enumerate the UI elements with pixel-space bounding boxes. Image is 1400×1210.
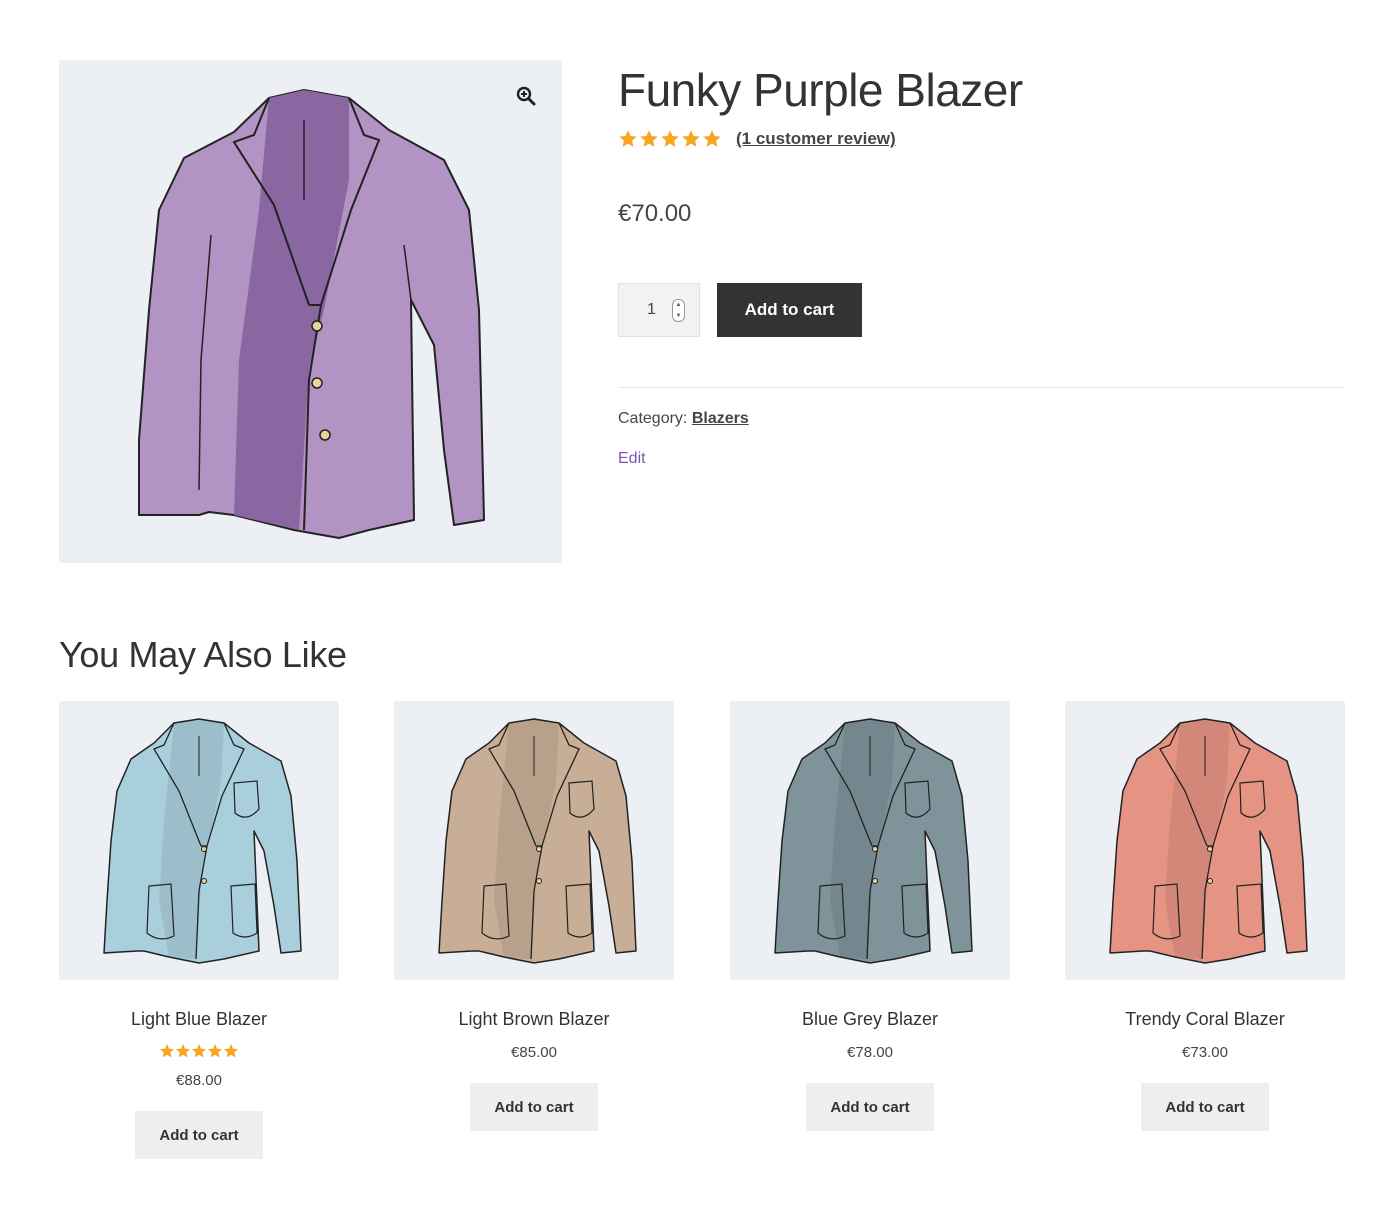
star-icon	[208, 1044, 222, 1058]
product-name[interactable]: Trendy Coral Blazer	[1065, 1009, 1345, 1031]
star-icon	[160, 1044, 174, 1058]
star-icon	[703, 130, 721, 148]
product-category: Category: Blazers	[618, 410, 1344, 428]
related-products: Light Blue Blazer €88.00 Add to cart Lig…	[59, 701, 1345, 1181]
edit-link[interactable]: Edit	[618, 450, 646, 468]
star-rating	[59, 1043, 339, 1059]
star-icon	[192, 1044, 206, 1058]
purple-blazer-image	[138, 89, 485, 539]
quantity-spinner[interactable]: ▲ ▼	[672, 299, 685, 323]
blazer-image	[438, 718, 637, 964]
rating-row: (1 customer review)	[618, 126, 1344, 152]
product-thumbnail[interactable]	[1065, 701, 1345, 980]
related-heading: You May Also Like	[59, 634, 347, 675]
star-icon	[224, 1044, 238, 1058]
star-rating	[618, 129, 722, 149]
product-price: €70.00	[618, 200, 692, 228]
quantity-value: 1	[647, 301, 656, 319]
product-price: €85.00	[511, 1044, 557, 1061]
category-label: Category:	[618, 410, 688, 428]
add-to-cart-button[interactable]: Add to cart	[717, 283, 862, 338]
add-to-cart-button[interactable]: Add to cart	[806, 1083, 934, 1131]
quantity-input[interactable]: 1 ▲ ▼	[618, 283, 700, 338]
product-card[interactable]: Light Blue Blazer €88.00 Add to cart	[59, 701, 339, 1159]
add-to-cart-button[interactable]: Add to cart	[1141, 1083, 1269, 1131]
customer-review-link[interactable]: (1 customer review)	[736, 129, 896, 149]
product-name[interactable]: Blue Grey Blazer	[730, 1009, 1010, 1031]
product-price: €73.00	[1182, 1044, 1228, 1061]
product-card[interactable]: Trendy Coral Blazer €73.00 Add to cart	[1065, 701, 1345, 1131]
add-to-cart-button[interactable]: Add to cart	[470, 1083, 598, 1131]
divider	[618, 387, 1344, 389]
blazer-image	[103, 718, 302, 964]
product-price: €78.00	[847, 1044, 893, 1061]
product-card[interactable]: Blue Grey Blazer €78.00 Add to cart	[730, 701, 1010, 1131]
add-to-cart-form: 1 ▲ ▼ Add to cart	[618, 283, 1344, 338]
star-icon	[682, 130, 700, 148]
star-icon	[176, 1044, 190, 1058]
product-thumbnail[interactable]	[394, 701, 674, 980]
add-to-cart-button[interactable]: Add to cart	[135, 1111, 263, 1159]
chevron-up-icon[interactable]: ▲	[676, 302, 682, 308]
product-card[interactable]: Light Brown Blazer €85.00 Add to cart	[394, 701, 674, 1131]
blazer-image	[1109, 718, 1308, 964]
star-icon	[661, 130, 679, 148]
product-name[interactable]: Light Blue Blazer	[59, 1009, 339, 1031]
product-title: Funky Purple Blazer	[618, 64, 1023, 116]
product-thumbnail[interactable]	[730, 701, 1010, 980]
product-summary: Funky Purple Blazer (1 customer review) …	[618, 60, 1344, 468]
star-icon	[619, 130, 637, 148]
blazer-image	[774, 718, 973, 964]
zoom-button[interactable]	[510, 80, 542, 112]
product-main-image[interactable]	[59, 60, 562, 563]
zoom-in-icon	[516, 86, 536, 106]
product-thumbnail[interactable]	[59, 701, 339, 980]
product-name[interactable]: Light Brown Blazer	[394, 1009, 674, 1031]
product-price: €88.00	[176, 1072, 222, 1089]
category-link[interactable]: Blazers	[692, 410, 749, 427]
chevron-down-icon[interactable]: ▼	[676, 313, 682, 319]
star-icon	[640, 130, 658, 148]
